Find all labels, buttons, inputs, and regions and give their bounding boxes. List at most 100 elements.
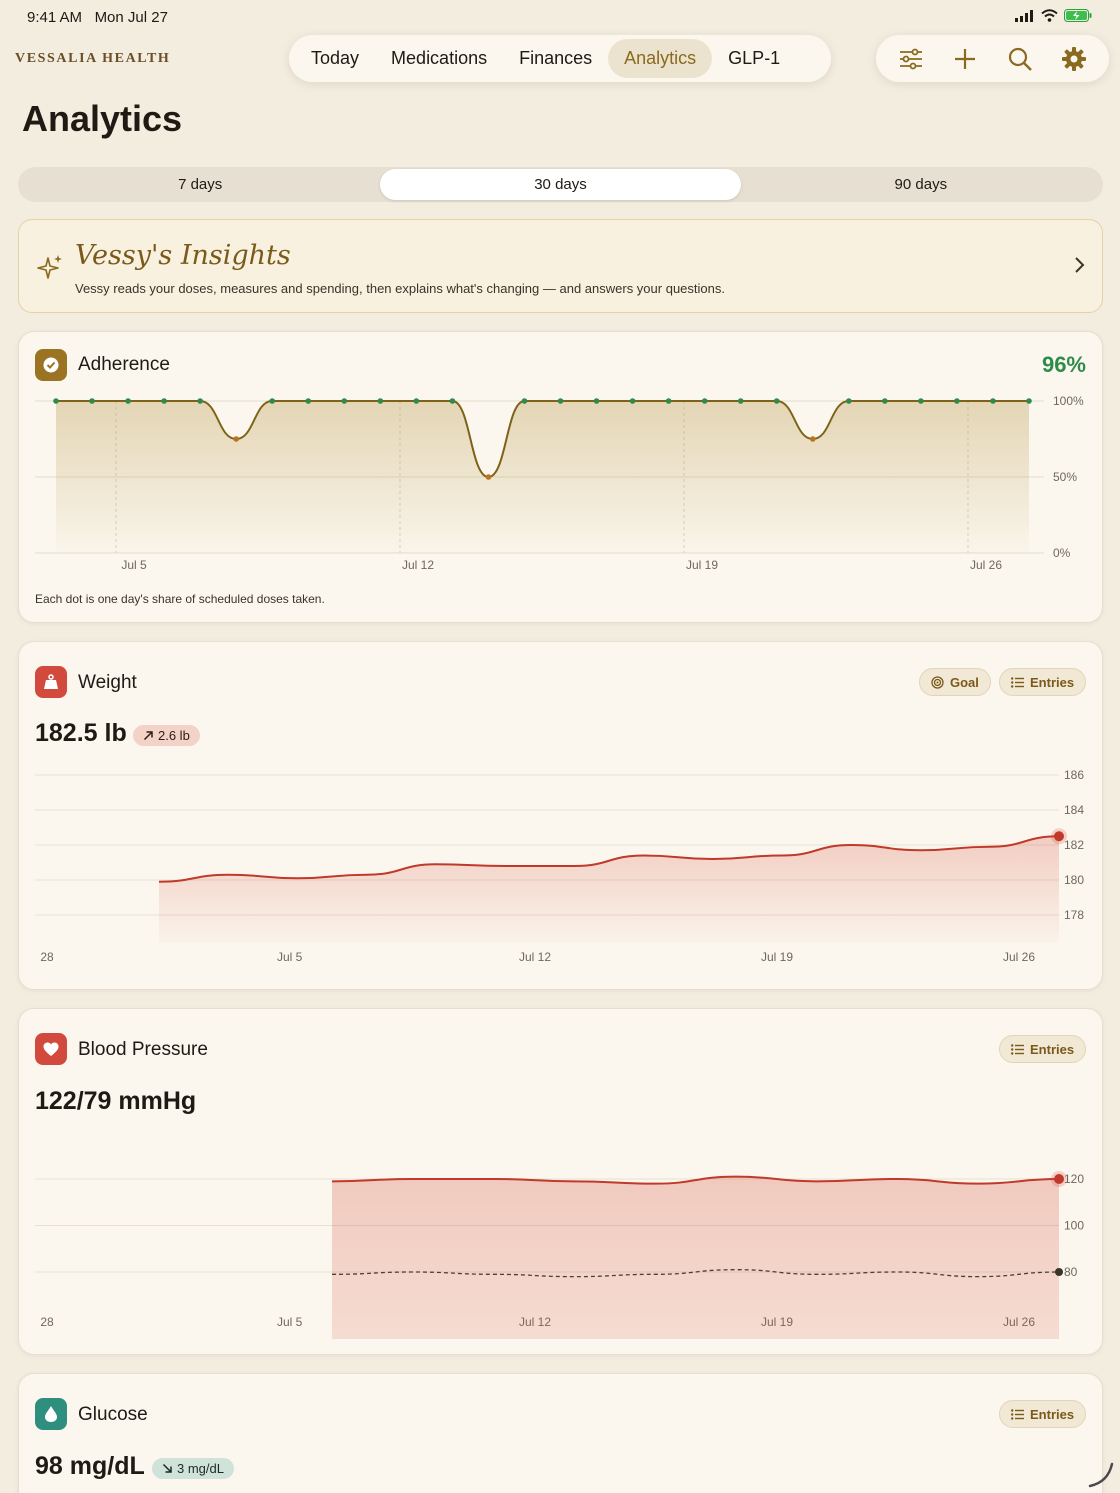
y-tick-label: 80 [1064, 1265, 1078, 1279]
range-30-days[interactable]: 30 days [380, 169, 741, 200]
y-tick-label: 182 [1064, 838, 1084, 852]
adherence-point [89, 398, 95, 404]
adherence-point [557, 398, 564, 404]
tab-analytics[interactable]: Analytics [608, 39, 713, 78]
insights-banner[interactable]: Vessy's Insights Vessy reads your doses,… [18, 219, 1103, 313]
y-tick-label: 120 [1064, 1172, 1084, 1186]
gear-icon [1061, 46, 1086, 71]
tab-glp1[interactable]: GLP-1 [712, 39, 796, 78]
plus-icon [955, 48, 976, 69]
y-tick-label: 186 [1064, 768, 1084, 782]
status-bar: 9:41 AM Mon Jul 27 [0, 0, 1120, 34]
add-button[interactable] [947, 41, 983, 77]
search-button[interactable] [1002, 41, 1038, 77]
adherence-point [954, 398, 960, 404]
y-tick-label: 0% [1053, 546, 1071, 560]
adherence-point [1026, 398, 1032, 404]
adherence-point [701, 398, 708, 404]
weight-card: Weight Goal Entries 182.5 lb 2.6 lb 186 1… [18, 641, 1103, 990]
sliders-icon [900, 48, 923, 69]
adherence-point [629, 398, 636, 404]
glucose-delta-badge: 3 mg/dL [152, 1458, 234, 1479]
weight-chart: 186 184 182 180 178 28 Jul 5 Jul 12 Jul 19 Jul 26 [35, 768, 1084, 964]
range-7-days[interactable]: 7 days [20, 169, 380, 200]
drop-icon [45, 1406, 57, 1422]
blood-pressure-card: Blood Pressure Entries 122/79 mmHg 120 10… [18, 1008, 1103, 1355]
main-nav: Today Medications Finances Analytics GLP… [289, 35, 831, 82]
x-tick-label: 28 [40, 950, 54, 964]
adherence-point [341, 398, 348, 404]
range-selector: 7 days 30 days 90 days [18, 167, 1103, 202]
x-tick-label: Jul 5 [277, 1315, 303, 1329]
filter-button[interactable] [893, 41, 929, 77]
toolbar [876, 35, 1109, 82]
glucose-delta: 3 mg/dL [177, 1461, 224, 1476]
entries-label: Entries [1030, 1406, 1075, 1422]
sparkle-icon [37, 255, 62, 279]
list-icon [1011, 1408, 1024, 1420]
adherence-point [773, 398, 780, 404]
search-icon [1008, 47, 1032, 71]
x-tick-label: Jul 5 [121, 558, 147, 572]
tab-today[interactable]: Today [295, 39, 375, 78]
wifi-icon [1041, 9, 1058, 22]
systolic-area [332, 1176, 1059, 1339]
adherence-point [990, 398, 996, 404]
glucose-value: 98 mg/dL [35, 1452, 145, 1480]
x-tick-label: Jul 5 [277, 950, 303, 964]
adherence-area [56, 401, 1029, 553]
insights-title: Vessy's Insights [75, 240, 291, 271]
y-tick-label: 100 [1064, 1219, 1084, 1233]
arrow-down-right-icon [162, 1463, 172, 1473]
x-tick-label: Jul 12 [519, 950, 551, 964]
adherence-point [377, 398, 384, 404]
adherence-point [305, 398, 312, 404]
range-90-days[interactable]: 90 days [741, 169, 1101, 200]
resize-handle-icon[interactable] [1086, 1460, 1116, 1490]
adherence-point [269, 398, 276, 404]
y-tick-label: 180 [1064, 873, 1084, 887]
weight-latest-point [1054, 831, 1064, 842]
x-tick-label: Jul 12 [402, 558, 434, 572]
y-tick-label: 50% [1053, 470, 1077, 484]
y-tick-label: 184 [1064, 803, 1084, 817]
brand-logo[interactable]: VESSALIA HEALTH [15, 51, 170, 67]
adherence-point [846, 398, 852, 404]
adherence-point [233, 436, 239, 442]
tab-medications[interactable]: Medications [375, 39, 503, 78]
adherence-point [161, 398, 167, 404]
adherence-caption: Each dot is one day's share of scheduled… [35, 592, 325, 606]
adherence-point [809, 436, 816, 442]
tab-finances[interactable]: Finances [503, 39, 608, 78]
y-tick-label: 100% [1053, 394, 1084, 408]
glucose-icon [35, 1398, 67, 1430]
x-tick-label: Jul 19 [761, 950, 793, 964]
bp-chart: 1201008028Jul 5Jul 12Jul 19Jul 26 [35, 1171, 1084, 1339]
status-time: 9:41 AM Mon Jul 27 [27, 9, 168, 26]
x-tick-label: Jul 26 [1003, 950, 1035, 964]
adherence-card: Adherence 96% 100% 50% 0% Jul 5 Jul 12 Jul 19… [18, 331, 1103, 623]
y-tick-label: 178 [1064, 908, 1084, 922]
status-icons [1015, 9, 1092, 22]
glucose-entries-button[interactable]: Entries [999, 1400, 1087, 1428]
adherence-point [53, 398, 59, 404]
glucose-card: Glucose Entries 98 mg/dL 3 mg/dL [18, 1373, 1103, 1493]
x-tick-label: Jul 19 [686, 558, 718, 572]
systolic-latest-point [1054, 1174, 1064, 1184]
page-title: Analytics [22, 98, 183, 139]
diastolic-latest-point [1055, 1268, 1063, 1276]
adherence-point [485, 474, 492, 480]
adherence-point [918, 398, 924, 404]
settings-button[interactable] [1056, 41, 1092, 77]
adherence-point [197, 398, 203, 404]
x-tick-label: Jul 26 [970, 558, 1002, 572]
adherence-point [665, 398, 672, 404]
glucose-title: Glucose [78, 1404, 148, 1425]
insights-subtitle: Vessy reads your doses, measures and spe… [75, 281, 725, 296]
cellular-signal-icon [1015, 9, 1033, 22]
adherence-chart: 100% 50% 0% Jul 5 Jul 12 Jul 19 Jul 26 [35, 394, 1084, 572]
adherence-point [521, 398, 528, 404]
weight-area [159, 836, 1059, 942]
adherence-point [882, 398, 888, 404]
adherence-point [593, 398, 600, 404]
